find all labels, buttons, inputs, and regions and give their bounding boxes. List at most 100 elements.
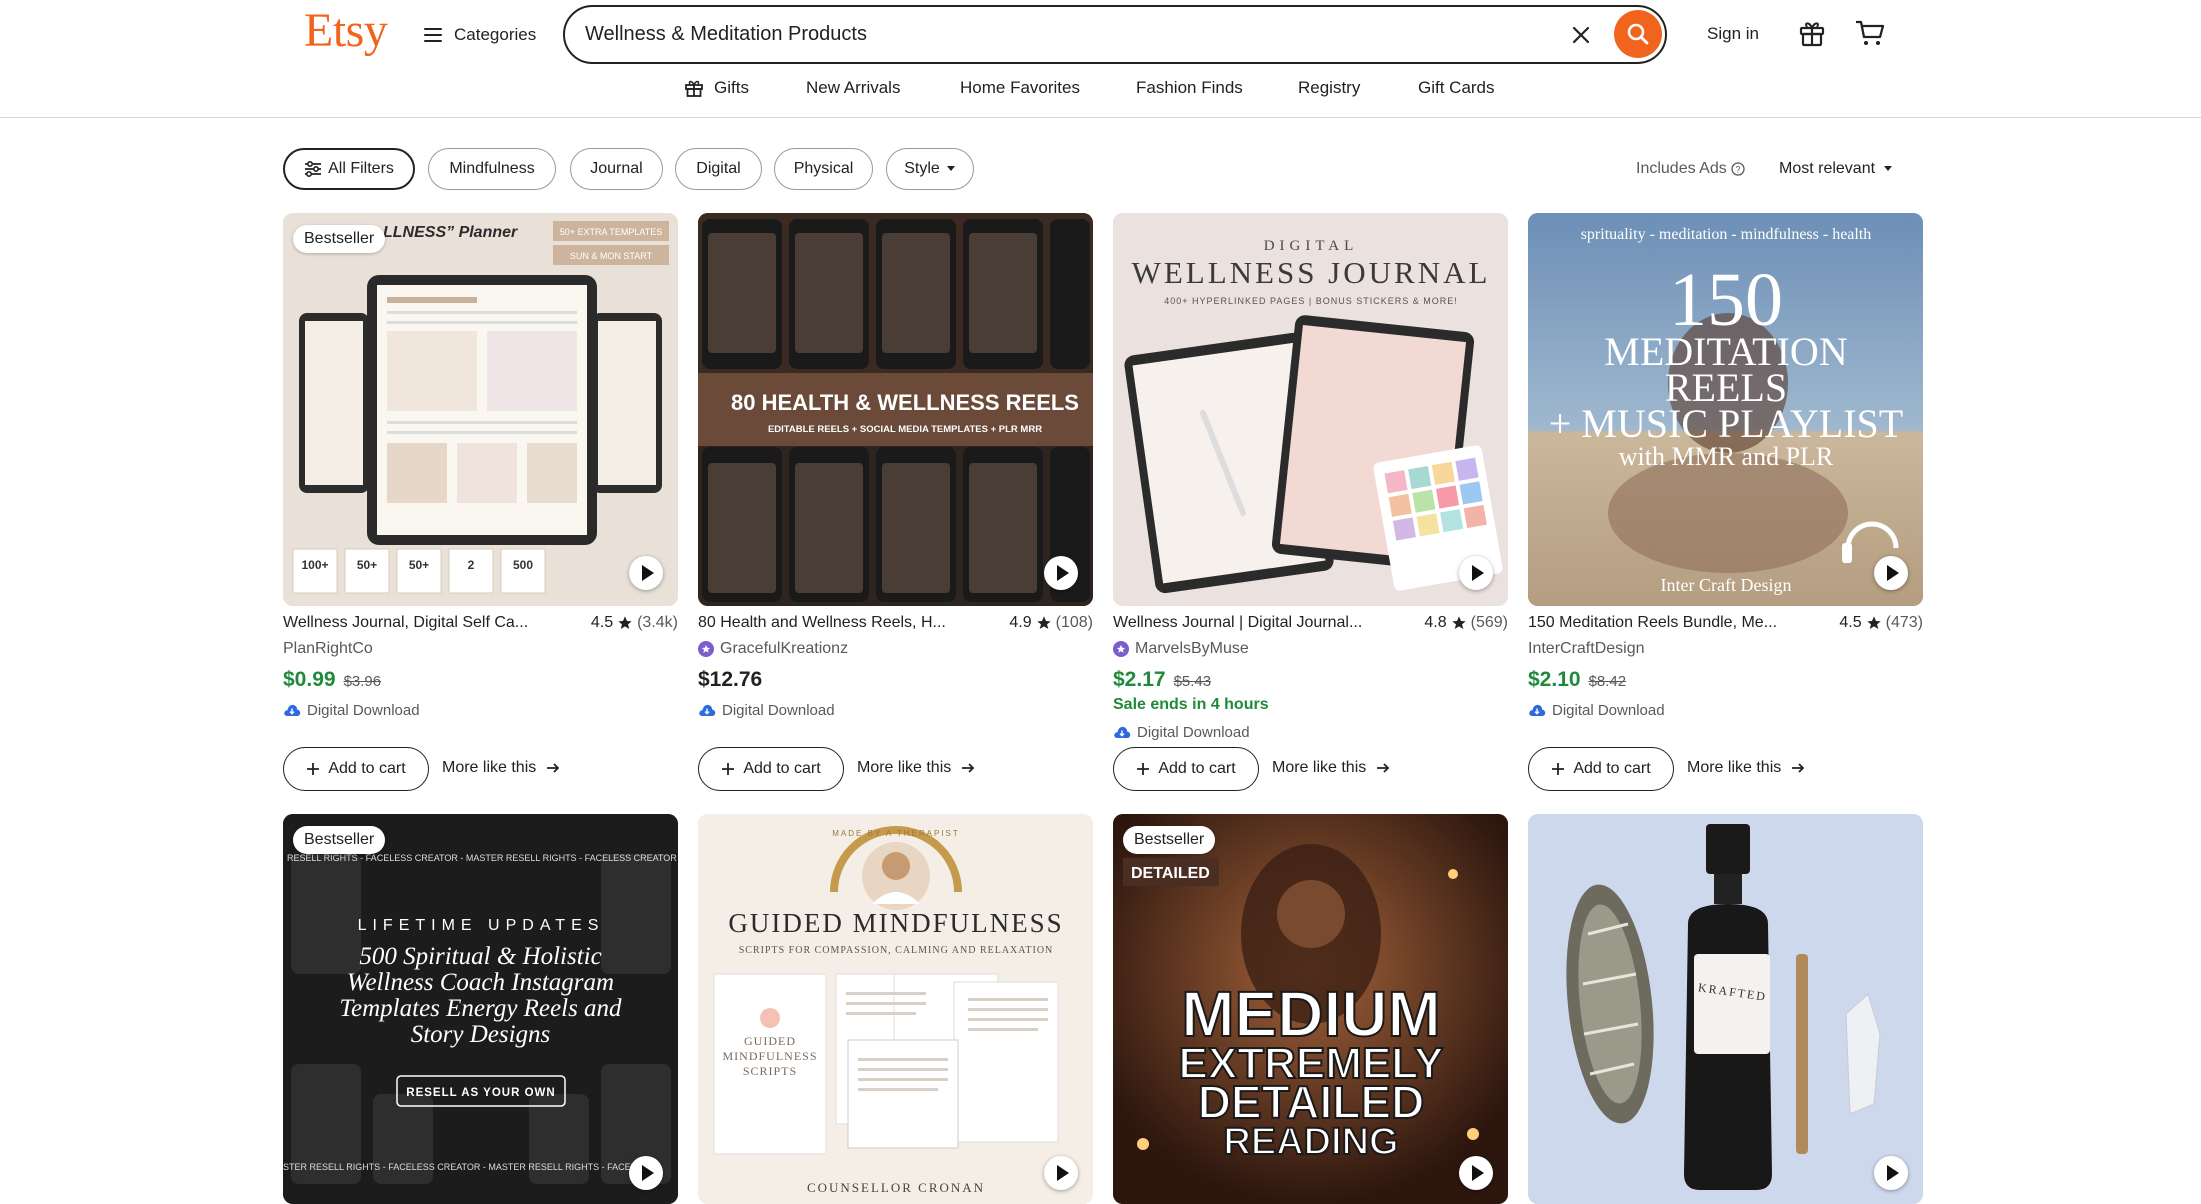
all-filters-label: All Filters — [328, 160, 394, 177]
listing-title[interactable]: 150 Meditation Reels Bundle, Me... — [1528, 614, 1798, 632]
listing-image[interactable]: LLNESS” Planner 50+ EXTRA TEMPLATES SUN … — [283, 213, 678, 606]
artwork-footer: COUNSELLOR CRONAN — [807, 1180, 985, 1195]
listing-title[interactable]: 80 Health and Wellness Reels, H... — [698, 614, 968, 632]
sale-ends-label: Sale ends in 4 hours — [1113, 696, 1269, 713]
etsy-logo[interactable]: Etsy — [304, 3, 388, 58]
add-to-cart-label: Add to cart — [1573, 760, 1651, 777]
arrow-right-icon — [547, 763, 560, 773]
add-to-cart-label: Add to cart — [743, 760, 821, 777]
artwork-stat: 100+ — [301, 558, 328, 572]
gift-icon[interactable] — [1797, 18, 1829, 50]
listing-title[interactable]: Wellness Journal | Digital Journal... — [1113, 614, 1383, 632]
add-to-cart-button[interactable]: Add to cart — [283, 747, 429, 791]
categories-label: Categories — [454, 25, 537, 44]
artwork-stat: 50+ — [357, 558, 377, 572]
play-icon — [641, 1165, 654, 1181]
play-icon — [1056, 565, 1069, 581]
artwork-sub: SCRIPTS FOR COMPASSION, CALMING AND RELA… — [739, 945, 1054, 956]
cart-icon[interactable] — [1854, 18, 1888, 50]
play-video-button[interactable] — [1044, 1156, 1078, 1190]
meditation-artwork: sprituality - meditation - mindfulness -… — [1528, 213, 1923, 606]
digital-download-label: Digital Download — [283, 700, 678, 720]
listing-card: KRAFTED — [1528, 814, 1923, 1204]
artwork-heading: GUIDED MINDFULNESS — [728, 908, 1063, 938]
more-like-this-link[interactable]: More like this — [1687, 759, 1805, 777]
shop-name[interactable]: MarvelsByMuse — [1113, 638, 1508, 660]
shop-name[interactable]: InterCraftDesign — [1528, 638, 1923, 660]
more-like-this-link[interactable]: More like this — [1272, 759, 1390, 777]
listing-image[interactable]: sprituality - meditation - mindfulness -… — [1528, 213, 1923, 606]
listing-image[interactable]: MADE BY A THERAPIST GUIDED MINDFULNESS S… — [698, 814, 1093, 1204]
shop-name[interactable]: PlanRightCo — [283, 638, 678, 660]
nav-item-fashion-finds[interactable]: Fashion Finds — [1136, 78, 1243, 98]
filter-chip-physical[interactable]: Physical — [774, 148, 873, 190]
close-icon — [1572, 26, 1590, 44]
nav-item-registry[interactable]: Registry — [1298, 78, 1360, 98]
clear-search-button[interactable] — [1565, 19, 1597, 51]
add-to-cart-label: Add to cart — [1158, 760, 1236, 777]
play-video-button[interactable] — [629, 556, 663, 590]
plus-icon — [722, 763, 735, 775]
add-to-cart-button[interactable]: Add to cart — [1113, 747, 1259, 791]
rating-value: 4.5 — [1839, 614, 1862, 631]
artwork-ticker2: STER RESELL RIGHTS - FACELESS CREATOR - … — [283, 1162, 636, 1172]
listing-actions: Add to cart More like this — [1113, 747, 1508, 791]
nav-item-new-arrivals[interactable]: New Arrivals — [806, 78, 900, 98]
shop-name[interactable]: GracefulKreationz — [698, 638, 1093, 660]
listing-image[interactable]: 80 HEALTH & WELLNESS REELS EDITABLE REEL… — [698, 213, 1093, 606]
listing-image[interactable]: KRAFTED — [1528, 814, 1923, 1204]
add-to-cart-button[interactable]: Add to cart — [698, 747, 844, 791]
artwork-sub2: SUN & MON START — [570, 251, 653, 261]
sort-dropdown[interactable]: Most relevant — [1779, 160, 1893, 178]
play-video-button[interactable] — [1044, 556, 1078, 590]
delivery-text: Digital Download — [307, 701, 420, 719]
play-video-button[interactable] — [1874, 1156, 1908, 1190]
play-video-button[interactable] — [1459, 556, 1493, 590]
nav-item-home-favorites[interactable]: Home Favorites — [960, 78, 1080, 98]
artwork-heading: LLNESS” Planner — [383, 224, 518, 241]
more-like-this-link[interactable]: More like this — [442, 759, 560, 777]
planner-artwork: LLNESS” Planner 50+ EXTRA TEMPLATES SUN … — [283, 213, 678, 606]
search-bar — [563, 5, 1667, 64]
play-video-button[interactable] — [1459, 1156, 1493, 1190]
bestseller-badge: Bestseller — [293, 225, 386, 253]
search-icon — [1627, 23, 1649, 45]
includes-ads-label[interactable]: Includes Ads ? — [1636, 160, 1745, 178]
listing-image[interactable]: RESELL RIGHTS - FACELESS CREATOR - MASTE… — [283, 814, 678, 1204]
bestseller-badge: Bestseller — [293, 826, 386, 854]
play-video-button[interactable] — [1874, 556, 1908, 590]
artwork-button: RESELL AS YOUR OWN — [406, 1087, 555, 1099]
add-to-cart-button[interactable]: Add to cart — [1528, 747, 1674, 791]
artwork-kicker: sprituality - meditation - mindfulness -… — [1581, 226, 1872, 243]
reading-artwork: DETAILED MEDIUM EXTREMELY DETAILED READI… — [1113, 814, 1508, 1204]
nav-item-gifts[interactable]: Gifts — [684, 78, 749, 98]
search-input[interactable] — [585, 17, 1485, 51]
filter-chip-mindfulness[interactable]: Mindfulness — [428, 148, 556, 190]
review-count: (3.4k) — [637, 614, 678, 631]
star-icon — [618, 616, 632, 629]
listing-rating: 4.8 (569) — [1424, 614, 1508, 632]
filter-chip-digital[interactable]: Digital — [675, 148, 762, 190]
play-icon — [1471, 1165, 1484, 1181]
caret-down-icon — [946, 166, 955, 171]
listing-image[interactable]: DIGITAL WELLNESS JOURNAL 400+ HYPERLINKE… — [1113, 213, 1508, 606]
categories-button[interactable]: Categories — [424, 18, 536, 52]
star-icon — [1866, 616, 1881, 629]
sign-in-link[interactable]: Sign in — [1707, 24, 1759, 44]
filter-chip-style[interactable]: Style — [886, 148, 974, 190]
nav-item-gift-cards[interactable]: Gift Cards — [1418, 78, 1495, 98]
play-video-button[interactable] — [629, 1156, 663, 1190]
more-like-this-link[interactable]: More like this — [857, 759, 975, 777]
listing-rating: 4.5 (3.4k) — [591, 614, 678, 632]
filter-chip-journal[interactable]: Journal — [570, 148, 663, 190]
star-seller-icon — [698, 641, 714, 657]
artwork-heading: WELLNESS JOURNAL — [1132, 255, 1491, 290]
price: $12.76 — [698, 668, 763, 691]
review-count: (569) — [1470, 614, 1508, 631]
more-like-this-label: More like this — [442, 759, 537, 776]
search-submit-button[interactable] — [1614, 10, 1662, 58]
delivery-text: Digital Download — [722, 701, 835, 719]
listing-title[interactable]: Wellness Journal, Digital Self Ca... — [283, 614, 553, 632]
all-filters-button[interactable]: All Filters — [283, 148, 415, 190]
listing-image[interactable]: DETAILED MEDIUM EXTREMELY DETAILED READI… — [1113, 814, 1508, 1204]
